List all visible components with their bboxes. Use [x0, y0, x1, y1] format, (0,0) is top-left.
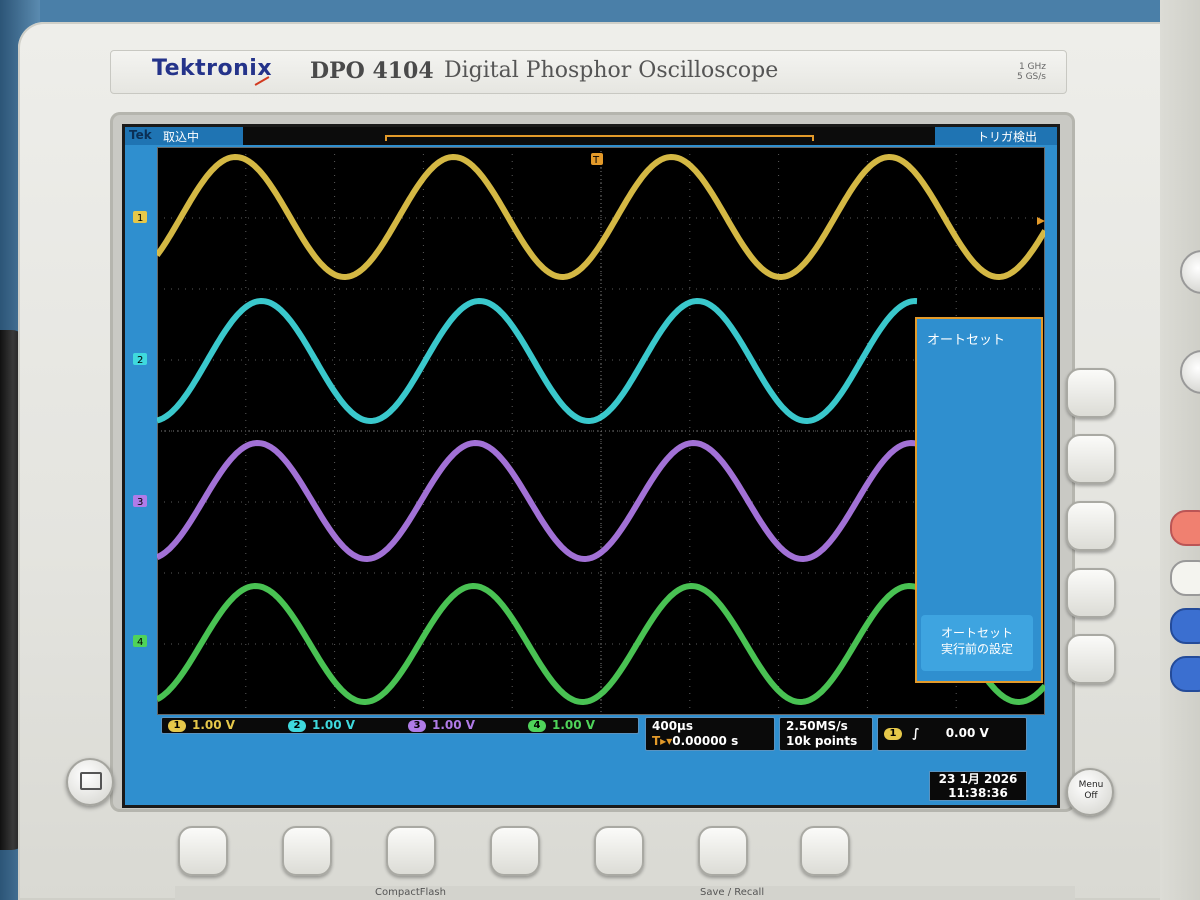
ch3-badge: 3: [408, 719, 426, 732]
printer-icon: [80, 772, 102, 790]
right-control-panel: [1160, 0, 1200, 900]
ch4-marker-label: 4: [137, 637, 143, 648]
model-name: DPO 4104: [310, 58, 434, 84]
brand-logo: Tektronix: [152, 56, 273, 81]
ch2-scale-value: 1.00 V: [312, 718, 356, 732]
ch2-badge: 2: [288, 719, 306, 732]
sample-rate: 2.50MS/s: [786, 719, 848, 733]
bus-b2-button[interactable]: [1170, 656, 1200, 692]
display-screen: Tek 取込中 トリガ検出 1 2 3 4 T 1 1.00 V 2 1.00 V …: [122, 124, 1060, 808]
bottom-menu-button-3[interactable]: [386, 826, 436, 876]
side-menu-title: オートセット: [927, 333, 1006, 348]
spec-label: 1 GHz 5 GS/s: [1004, 62, 1046, 82]
trigger-level: 0.00 V: [945, 726, 989, 740]
front-panel-label-bar: CompactFlash Save / Recall: [175, 886, 1075, 900]
timebase-position-row: T▸▾0.00000 s: [652, 734, 738, 748]
compact-flash-label: CompactFlash: [375, 887, 446, 898]
acquisition-readout[interactable]: 2.50MS/s 10k points: [779, 717, 873, 751]
side-menu-button-3[interactable]: [1066, 501, 1116, 551]
side-menu-button-1[interactable]: [1066, 368, 1116, 418]
timebase-scale: 400μs: [652, 719, 694, 733]
side-menu-button-2[interactable]: [1066, 434, 1116, 484]
ch3-scale-value: 1.00 V: [432, 718, 476, 732]
spec-bandwidth: 1 GHz: [1018, 62, 1046, 72]
date-time-readout: 23 1月 2026 11:38:36: [929, 771, 1027, 801]
bottom-menu-button-5[interactable]: [594, 826, 644, 876]
force-trigger-button[interactable]: [1170, 560, 1200, 596]
undo-autoset-line1: オートセット: [940, 626, 1013, 640]
trigger-level-marker[interactable]: [1037, 217, 1045, 225]
trigger-readout[interactable]: 1 ∫ 0.00 V: [877, 717, 1027, 751]
trigger-position-label: T: [592, 155, 600, 166]
autoset-side-menu: オートセット オートセット 実行前の設定: [915, 317, 1043, 683]
ch1-scale[interactable]: 1 1.00 V: [168, 718, 235, 733]
bottom-menu-button-1[interactable]: [178, 826, 228, 876]
ch4-badge: 4: [528, 719, 546, 732]
bottom-menu-button-4[interactable]: [490, 826, 540, 876]
bus-b1-button[interactable]: [1170, 608, 1200, 644]
save-recall-label: Save / Recall: [700, 887, 765, 898]
ch2-scale[interactable]: 2 1.00 V: [288, 718, 355, 733]
channel-scale-readout: 1 1.00 V 2 1.00 V 3 1.00 V 4 1.00 V: [161, 717, 639, 734]
menu-off-line1: Menu: [1078, 780, 1104, 790]
record-length: 10k points: [786, 734, 858, 748]
model-description: Digital Phosphor Oscilloscope: [444, 58, 779, 83]
ch3-marker-label: 3: [137, 497, 143, 508]
ch1-marker-label: 1: [137, 213, 143, 224]
bottom-menu-button-6[interactable]: [698, 826, 748, 876]
ch1-badge: 1: [168, 719, 186, 732]
bottom-menu-button-7[interactable]: [800, 826, 850, 876]
side-menu-button-5[interactable]: [1066, 634, 1116, 684]
undo-autoset-button[interactable]: オートセット 実行前の設定: [921, 615, 1033, 671]
timebase-position: 0.00000 s: [672, 734, 739, 748]
ch3-scale[interactable]: 3 1.00 V: [408, 718, 475, 733]
undo-autoset-line2: 実行前の設定: [940, 642, 1013, 656]
side-menu-button-4[interactable]: [1066, 568, 1116, 618]
ch4-scale-value: 1.00 V: [552, 718, 596, 732]
menu-off-line2: Off: [1084, 791, 1098, 801]
time-value: 11:38:36: [948, 786, 1008, 800]
trigger-readout-row: 1 ∫ 0.00 V: [884, 726, 989, 740]
ch4-scale[interactable]: 4 1.00 V: [528, 718, 595, 733]
ch1-scale-value: 1.00 V: [192, 718, 236, 732]
trigger-source-badge: 1: [884, 727, 902, 740]
rising-edge-icon: ∫: [912, 726, 920, 740]
timebase-readout[interactable]: 400μs T▸▾0.00000 s: [645, 717, 775, 751]
ch2-marker-label: 2: [137, 355, 143, 366]
trigger-delay-icon: T▸▾: [652, 734, 673, 748]
trigger-menu-button[interactable]: [1170, 510, 1200, 546]
spec-sample-rate: 5 GS/s: [1017, 72, 1046, 82]
date-value: 23 1月 2026: [938, 772, 1018, 786]
bottom-menu-button-2[interactable]: [282, 826, 332, 876]
menu-off-label: Menu Off: [1066, 780, 1116, 802]
